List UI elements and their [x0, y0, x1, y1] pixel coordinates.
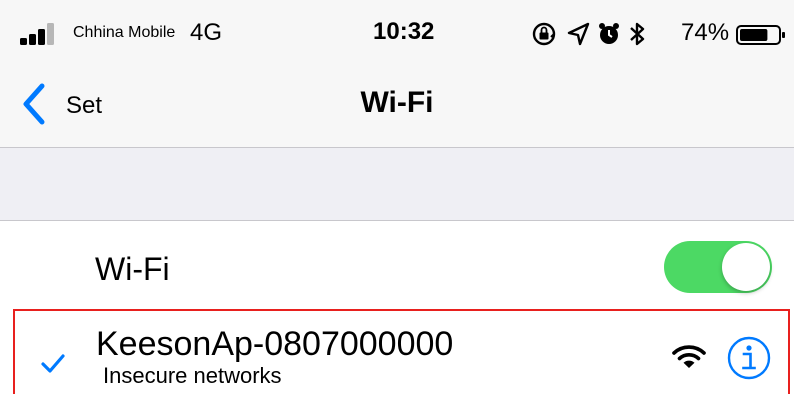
bluetooth-icon [630, 22, 645, 46]
wifi-toggle-label: Wi-Fi [95, 251, 170, 287]
status-time: 10:32 [373, 18, 435, 45]
info-icon[interactable] [727, 336, 771, 380]
network-security-note: Insecure networks [103, 363, 282, 388]
wifi-toggle-switch[interactable] [664, 241, 772, 293]
alarm-icon [599, 23, 619, 44]
toggle-knob [722, 243, 770, 291]
orientation-lock-icon [532, 22, 556, 46]
carrier-name: Chhina Mobile [73, 24, 176, 41]
section-spacer [0, 148, 794, 220]
wifi-settings-screen: Chhina Mobile 4G 10:32 74% Set Wi-Fi Wi-… [0, 0, 794, 394]
network-type: 4G [190, 19, 223, 46]
location-icon [567, 22, 590, 46]
page-title: Wi-Fi [360, 86, 434, 119]
top-bar: Chhina Mobile 4G 10:32 74% Set Wi-Fi [0, 0, 794, 148]
connected-network-row[interactable]: KeesonAp-0807000000 Insecure networks [13, 309, 790, 394]
battery-icon [736, 25, 785, 45]
checkmark-icon [41, 354, 65, 373]
wifi-signal-icon [672, 345, 706, 368]
battery-percentage: 74% [681, 19, 730, 46]
wifi-toggle-row: Wi-Fi [0, 221, 794, 309]
network-ssid: KeesonAp-0807000000 [96, 325, 454, 363]
cellular-signal-icon [20, 23, 54, 45]
status-bar: Chhina Mobile 4G 10:32 74% [0, 0, 794, 64]
navigation-bar: Set Wi-Fi [0, 64, 794, 148]
status-icons [532, 22, 645, 46]
